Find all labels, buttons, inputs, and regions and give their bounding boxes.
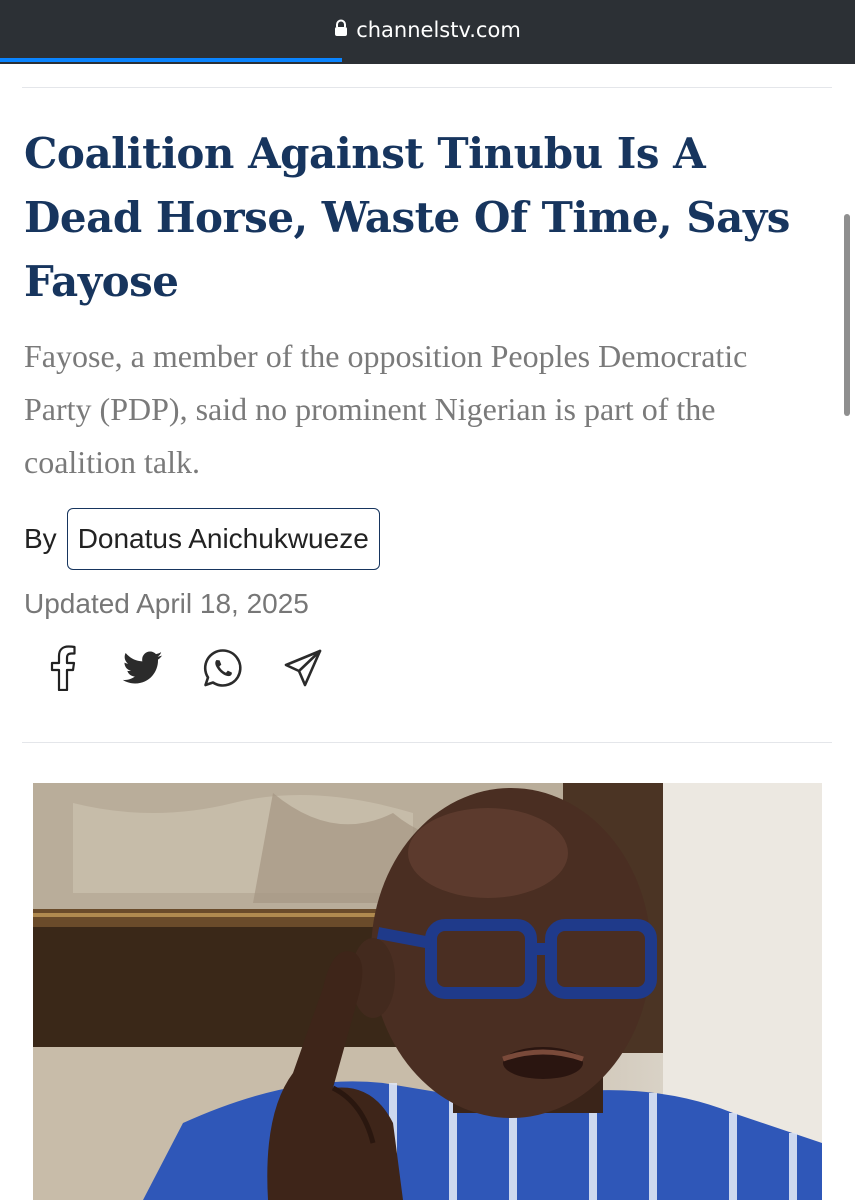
telegram-icon[interactable]: [282, 646, 324, 690]
byline: By Donatus Anichukwueze: [24, 508, 380, 570]
twitter-icon[interactable]: [122, 646, 164, 690]
article-photo: [33, 783, 822, 1200]
whatsapp-icon[interactable]: [202, 646, 244, 690]
lock-icon: [334, 19, 348, 42]
by-label: By: [24, 523, 57, 554]
article-summary: Fayose, a member of the opposition Peopl…: [24, 338, 748, 480]
page-load-progress: [0, 58, 342, 62]
scrollbar[interactable]: [844, 214, 850, 416]
divider-top: [22, 87, 832, 88]
photo-illustration: [33, 783, 822, 1200]
article-headline: Coalition Against Tinubu Is A Dead Horse…: [24, 129, 790, 306]
divider-bottom: [22, 742, 832, 743]
updated-date: Updated April 18, 2025: [24, 588, 309, 619]
browser-url-bar[interactable]: channelstv.com: [0, 0, 855, 64]
facebook-icon[interactable]: [42, 645, 84, 691]
url-text: channelstv.com: [356, 18, 521, 42]
share-bar: [42, 645, 324, 691]
url-display[interactable]: channelstv.com: [334, 18, 521, 42]
author-link[interactable]: Donatus Anichukwueze: [66, 508, 380, 570]
